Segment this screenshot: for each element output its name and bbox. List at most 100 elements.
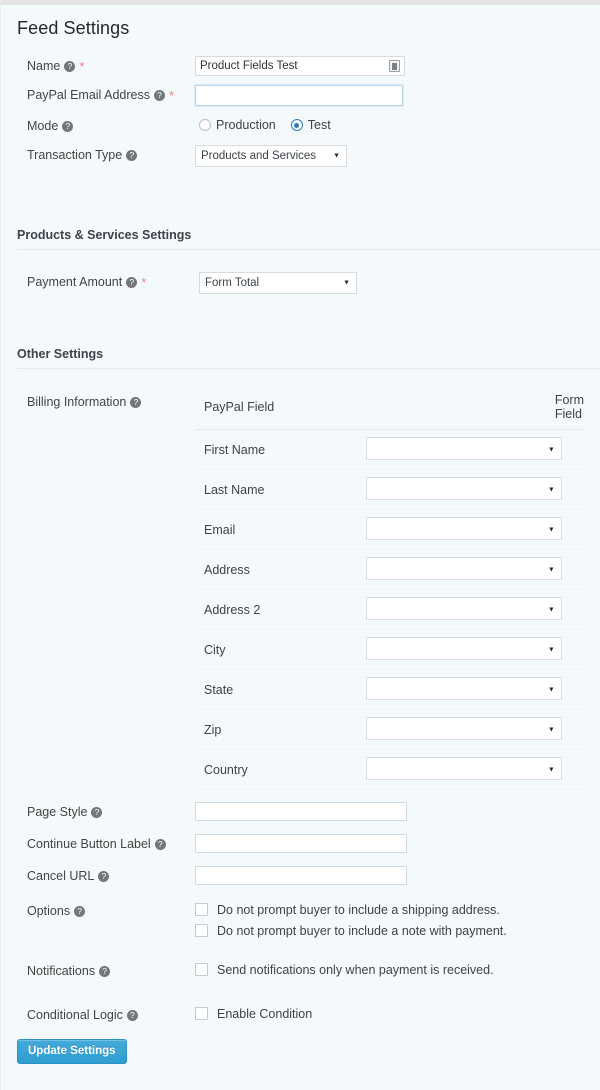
form-field-select[interactable] bbox=[365, 636, 562, 660]
page-title: Feed Settings bbox=[17, 18, 130, 38]
question-mark-icon[interactable]: ? bbox=[126, 1010, 138, 1021]
cell-paypal-field: City bbox=[195, 629, 366, 670]
conditional-logic-label-enable: Enable Condition bbox=[217, 1006, 313, 1021]
form-field-select[interactable] bbox=[365, 716, 562, 740]
field-row-payment-amount: Payment Amount? * Form Total bbox=[27, 272, 600, 308]
form-field-select-wrap bbox=[365, 756, 562, 783]
question-mark-icon[interactable]: ? bbox=[154, 839, 166, 850]
cancel-url-label: Cancel URL? bbox=[27, 866, 195, 883]
field-row-transaction-type: Transaction Type? Products and Services bbox=[27, 145, 600, 177]
payment-amount-label: Payment Amount? * bbox=[27, 275, 147, 290]
checkbox-no-note[interactable] bbox=[195, 924, 208, 937]
cell-form-field bbox=[365, 749, 584, 790]
continue-button-label-label: Continue Button Label? bbox=[27, 834, 195, 851]
radio-production[interactable] bbox=[199, 119, 211, 131]
table-row: Last Name bbox=[195, 469, 584, 510]
cancel-url-input[interactable] bbox=[195, 866, 407, 885]
cell-paypal-field: Email bbox=[195, 509, 366, 550]
field-row-paypal-email: PayPal Email Address? * bbox=[27, 85, 600, 116]
form-field-select-wrap bbox=[365, 636, 562, 663]
checkbox-enable-condition[interactable] bbox=[195, 1007, 208, 1020]
billing-information-table: PayPal Field Form Field First NameLast N… bbox=[195, 393, 584, 790]
form-field-select[interactable] bbox=[365, 676, 562, 700]
option-item-no-shipping[interactable]: Do not prompt buyer to include a shippin… bbox=[195, 901, 507, 918]
autofill-save-icon[interactable] bbox=[389, 60, 400, 72]
cell-paypal-field: Country bbox=[195, 749, 366, 790]
paypal-email-input[interactable] bbox=[195, 85, 403, 106]
field-row-page-style: Page Style? bbox=[27, 802, 600, 834]
update-settings-button[interactable]: Update Settings bbox=[17, 1039, 127, 1064]
checkbox-payment-received[interactable] bbox=[195, 963, 208, 976]
table-row: City bbox=[195, 629, 584, 670]
field-row-continue-button-label: Continue Button Label? bbox=[27, 834, 600, 866]
form-field-select-wrap bbox=[365, 676, 562, 703]
question-mark-icon[interactable]: ? bbox=[74, 906, 86, 917]
payment-amount-select[interactable]: Form Total bbox=[199, 272, 357, 294]
cell-paypal-field: Address bbox=[195, 549, 366, 590]
table-row: Address bbox=[195, 549, 584, 590]
checkbox-no-shipping[interactable] bbox=[195, 903, 208, 916]
form-field-select-wrap bbox=[365, 596, 562, 623]
mode-option-production[interactable]: Production bbox=[199, 118, 276, 132]
field-row-cancel-url: Cancel URL? bbox=[27, 866, 600, 898]
transaction-type-select[interactable]: Products and Services bbox=[195, 145, 347, 167]
paypal-email-control bbox=[195, 85, 403, 106]
field-row-conditional-logic: Conditional Logic? Enable Condition bbox=[27, 1005, 600, 1023]
question-mark-icon[interactable]: ? bbox=[98, 871, 110, 882]
form-field-select[interactable] bbox=[365, 436, 562, 460]
field-row-notifications: Notifications? Send notifications only w… bbox=[27, 961, 600, 979]
required-marker: * bbox=[141, 275, 147, 290]
option-label-no-note: Do not prompt buyer to include a note wi… bbox=[217, 923, 507, 938]
cell-form-field bbox=[365, 629, 584, 670]
notification-label-payment-received: Send notifications only when payment is … bbox=[217, 962, 494, 977]
section-products-services: Products & Services Settings bbox=[17, 228, 600, 250]
continue-button-label-input[interactable] bbox=[195, 834, 407, 853]
cell-paypal-field: Zip bbox=[195, 709, 366, 750]
field-row-name: Name? * bbox=[27, 56, 600, 85]
required-marker: * bbox=[168, 88, 175, 103]
name-input[interactable] bbox=[195, 56, 405, 76]
conditional-logic-item-enable[interactable]: Enable Condition bbox=[195, 1005, 312, 1022]
table-row: Zip bbox=[195, 709, 584, 750]
cell-form-field bbox=[365, 709, 584, 750]
cell-form-field bbox=[365, 669, 584, 710]
question-mark-icon[interactable]: ? bbox=[153, 90, 165, 101]
transaction-type-select-wrap: Products and Services bbox=[195, 145, 347, 167]
billing-information-label: Billing Information? bbox=[27, 393, 195, 790]
form-field-select[interactable] bbox=[365, 476, 562, 500]
table-row: Email bbox=[195, 509, 584, 550]
mode-option-test[interactable]: Test bbox=[290, 118, 331, 132]
radio-test-label: Test bbox=[307, 118, 331, 132]
paypal-email-label: PayPal Email Address? * bbox=[27, 88, 175, 103]
mode-radio-group: Production Test bbox=[199, 116, 331, 132]
table-row: State bbox=[195, 669, 584, 710]
form-field-select[interactable] bbox=[365, 596, 562, 620]
form-field-select[interactable] bbox=[365, 516, 562, 540]
notification-item-payment-received[interactable]: Send notifications only when payment is … bbox=[195, 961, 494, 978]
field-row-options: Options? Do not prompt buyer to include … bbox=[27, 901, 600, 939]
page-style-input[interactable] bbox=[195, 802, 407, 821]
conditional-logic-label: Conditional Logic? bbox=[27, 1005, 195, 1022]
question-mark-icon[interactable]: ? bbox=[64, 61, 76, 72]
question-mark-icon[interactable]: ? bbox=[126, 150, 138, 161]
option-item-no-note[interactable]: Do not prompt buyer to include a note wi… bbox=[195, 922, 507, 939]
cell-form-field bbox=[365, 509, 584, 550]
table-header-row: PayPal Field Form Field bbox=[195, 393, 584, 430]
question-mark-icon[interactable]: ? bbox=[130, 397, 142, 408]
question-mark-icon[interactable]: ? bbox=[62, 121, 74, 132]
form-field-select-wrap bbox=[365, 476, 562, 503]
transaction-type-label: Transaction Type? bbox=[27, 145, 195, 162]
form-field-select[interactable] bbox=[365, 556, 562, 580]
footer-actions: Update Settings bbox=[17, 1039, 600, 1064]
options-label: Options? bbox=[27, 901, 195, 918]
form-field-select-wrap bbox=[365, 556, 562, 583]
question-mark-icon[interactable]: ? bbox=[126, 277, 138, 288]
cell-paypal-field: Last Name bbox=[195, 469, 366, 510]
question-mark-icon[interactable]: ? bbox=[91, 807, 103, 818]
column-header-paypal-field: PayPal Field bbox=[195, 393, 366, 430]
form-field-select[interactable] bbox=[365, 756, 562, 780]
radio-test[interactable] bbox=[290, 119, 303, 131]
table-row: Country bbox=[195, 749, 584, 790]
question-mark-icon[interactable]: ? bbox=[99, 966, 111, 977]
cell-form-field bbox=[365, 549, 584, 590]
